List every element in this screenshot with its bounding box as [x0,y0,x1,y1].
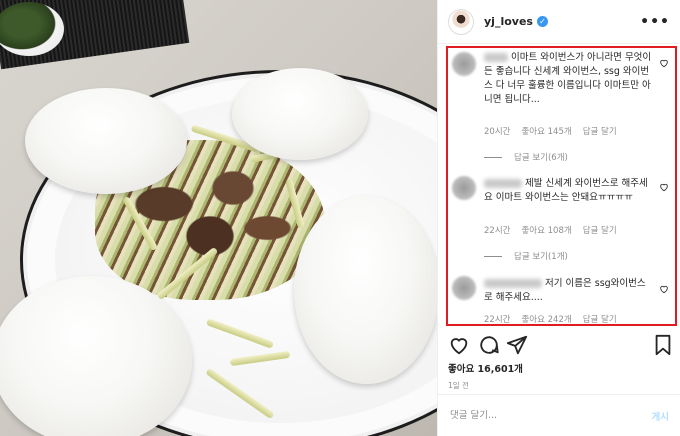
post-comment-button[interactable]: 게시 [652,409,669,423]
post-time: 1일 전 [448,381,469,390]
heart-icon[interactable] [659,284,669,294]
comment-icon[interactable] [478,334,500,356]
username[interactable]: yj_loves [484,15,533,28]
avatar[interactable] [448,8,474,35]
commenter-name-blurred[interactable] [484,53,508,62]
comment-text: 이마트 와이번스가 아니라면 무엇이든 좋습니다 신세계 와이번스, ssg 와… [484,52,652,105]
add-comment-bar: 게시 [438,394,680,436]
heart-icon[interactable] [448,334,470,356]
commenter-name-blurred[interactable] [484,279,542,288]
commenter-avatar[interactable] [452,276,476,300]
verified-icon: ✓ [536,16,548,27]
post-sidebar: yj_loves ✓ ••• 이마트 와이번스가 아니라면 무엇이든 좋습니다 … [437,0,680,436]
comment-input[interactable] [450,410,652,421]
comments-section: 이마트 와이번스가 아니라면 무엇이든 좋습니다 신세계 와이번스, ssg 와… [446,46,677,326]
likes-count[interactable]: 좋아요 16,601개 [448,361,523,375]
heart-icon[interactable] [659,58,669,68]
comment-item: 이마트 와이번스가 아니라면 무엇이든 좋습니다 신세계 와이번스, ssg 와… [448,48,675,166]
view-replies-button[interactable]: 답글 보기(6개) [484,151,568,163]
commenter-avatar[interactable] [452,52,476,76]
steamed-bun [294,196,437,384]
comment-meta: 20시간 좋아요 145개 답글 달기 [484,127,617,137]
heart-icon[interactable] [659,182,669,192]
bookmark-icon[interactable] [652,334,674,356]
comment-item: 제발 신세계 와이번스로 해주세요 이마트 와이번스는 안돼요ㅠㅠㅠㅠ 22시간… [448,172,675,264]
post-photo[interactable] [0,0,437,436]
commenter-avatar[interactable] [452,176,476,200]
comment-text: 저기 이름은 ssg와이번스로 해주세요.... [484,278,646,303]
steamed-bun [232,68,368,160]
commenter-name-blurred[interactable] [484,179,522,188]
comment-meta: 22시간 좋아요 242개 답글 달기 [484,315,617,325]
comment-meta: 22시간 좋아요 108개 답글 달기 [484,226,617,236]
more-icon[interactable]: ••• [640,14,670,30]
view-replies-button[interactable]: 답글 보기(1개) [484,250,568,262]
action-bar [448,334,672,358]
steamed-bun [25,88,187,194]
post-header: yj_loves ✓ ••• [438,0,680,44]
comment-item: 저기 이름은 ssg와이번스로 해주세요.... 22시간 좋아요 242개 답… [448,272,675,326]
share-icon[interactable] [506,334,528,356]
comment-text: 제발 신세계 와이번스로 해주세요 이마트 와이번스는 안돼요ㅠㅠㅠㅠ [484,178,648,203]
